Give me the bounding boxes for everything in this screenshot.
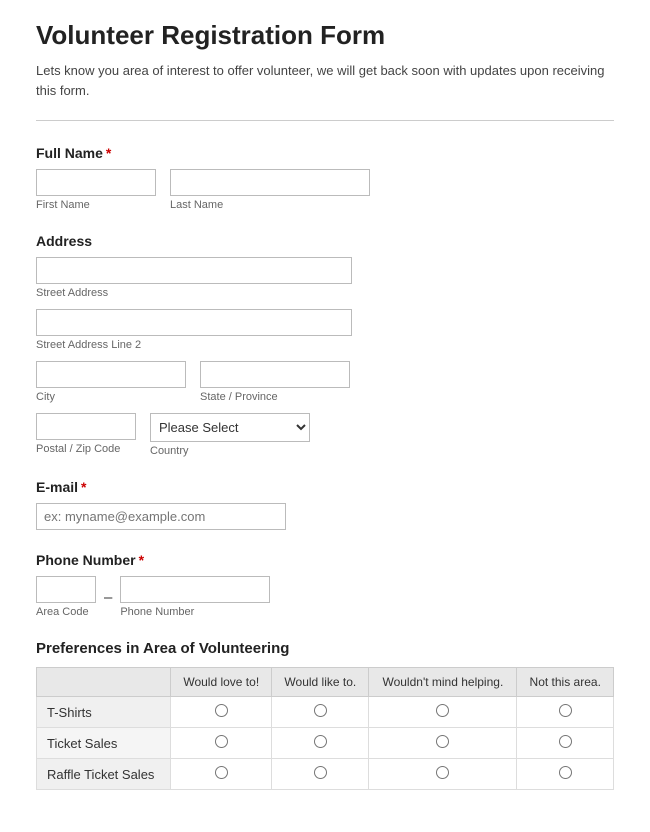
phone-label: Phone Number*: [36, 552, 614, 568]
preferences-section: Preferences in Area of Volunteering Woul…: [36, 640, 614, 790]
page-subtitle: Lets know you area of interest to offer …: [36, 61, 614, 100]
email-label: E-mail*: [36, 479, 614, 495]
pref-cell-0-2: [369, 697, 517, 728]
city-label: City: [36, 391, 186, 403]
preferences-col-4: Not this area.: [517, 668, 614, 697]
phone-dash: –: [104, 589, 112, 606]
country-group: Please Select United States Canada Unite…: [150, 413, 310, 457]
pref-radio-2-1[interactable]: [314, 766, 327, 779]
preferences-col-1: Would love to!: [171, 668, 272, 697]
pref-cell-2-2: [369, 759, 517, 790]
area-code-input[interactable]: [36, 576, 96, 603]
pref-cell-0-3: [517, 697, 614, 728]
preferences-title: Preferences in Area of Volunteering: [36, 640, 614, 657]
street-address-group: Street Address: [36, 257, 614, 299]
area-code-group: Area Code: [36, 576, 96, 618]
pref-radio-1-2[interactable]: [436, 735, 449, 748]
pref-cell-2-1: [272, 759, 369, 790]
preferences-header-empty: [37, 668, 171, 697]
city-group: City: [36, 361, 186, 403]
pref-radio-1-1[interactable]: [314, 735, 327, 748]
pref-radio-1-0[interactable]: [215, 735, 228, 748]
table-row: Ticket Sales: [37, 728, 614, 759]
preferences-header-row: Would love to! Would like to. Wouldn't m…: [37, 668, 614, 697]
table-row: Raffle Ticket Sales: [37, 759, 614, 790]
state-input[interactable]: [200, 361, 350, 388]
street-address-input[interactable]: [36, 257, 352, 284]
pref-cell-1-2: [369, 728, 517, 759]
area-code-label: Area Code: [36, 606, 96, 618]
last-name-label: Last Name: [170, 199, 370, 211]
phone-number-input[interactable]: [120, 576, 270, 603]
zip-label: Postal / Zip Code: [36, 443, 136, 455]
phone-required: *: [139, 552, 144, 568]
zip-input[interactable]: [36, 413, 136, 440]
state-group: State / Province: [200, 361, 350, 403]
required-indicator: *: [106, 145, 111, 161]
street-address2-input[interactable]: [36, 309, 352, 336]
first-name-input[interactable]: [36, 169, 156, 196]
country-select[interactable]: Please Select United States Canada Unite…: [150, 413, 310, 442]
pref-cell-2-3: [517, 759, 614, 790]
pref-radio-0-2[interactable]: [436, 704, 449, 717]
city-state-row: City State / Province: [36, 361, 614, 403]
street-address-label: Street Address: [36, 287, 614, 299]
pref-cell-2-0: [171, 759, 272, 790]
email-input[interactable]: [36, 503, 286, 530]
phone-section: Phone Number* Area Code – Phone Number: [36, 552, 614, 618]
preferences-col-3: Wouldn't mind helping.: [369, 668, 517, 697]
pref-radio-2-2[interactable]: [436, 766, 449, 779]
pref-radio-2-3[interactable]: [559, 766, 572, 779]
street-address2-label: Street Address Line 2: [36, 339, 614, 351]
first-name-group: First Name: [36, 169, 156, 211]
pref-cell-1-3: [517, 728, 614, 759]
pref-cell-1-0: [171, 728, 272, 759]
country-label: Country: [150, 445, 310, 457]
last-name-input[interactable]: [170, 169, 370, 196]
pref-cell-0-1: [272, 697, 369, 728]
pref-row-label: Ticket Sales: [37, 728, 171, 759]
pref-row-label: Raffle Ticket Sales: [37, 759, 171, 790]
full-name-row: First Name Last Name: [36, 169, 614, 211]
zip-group: Postal / Zip Code: [36, 413, 136, 455]
city-input[interactable]: [36, 361, 186, 388]
zip-country-row: Postal / Zip Code Please Select United S…: [36, 413, 614, 457]
pref-radio-2-0[interactable]: [215, 766, 228, 779]
pref-radio-0-1[interactable]: [314, 704, 327, 717]
phone-number-group: Phone Number: [120, 576, 270, 618]
email-required: *: [81, 479, 86, 495]
email-section: E-mail*: [36, 479, 614, 530]
pref-radio-0-3[interactable]: [559, 704, 572, 717]
phone-number-label: Phone Number: [120, 606, 270, 618]
page-title: Volunteer Registration Form: [36, 20, 614, 51]
full-name-label: Full Name*: [36, 145, 614, 161]
first-name-label: First Name: [36, 199, 156, 211]
preferences-table: Would love to! Would like to. Wouldn't m…: [36, 667, 614, 790]
pref-cell-1-1: [272, 728, 369, 759]
pref-row-label: T-Shirts: [37, 697, 171, 728]
preferences-col-2: Would like to.: [272, 668, 369, 697]
table-row: T-Shirts: [37, 697, 614, 728]
state-label: State / Province: [200, 391, 350, 403]
full-name-section: Full Name* First Name Last Name: [36, 145, 614, 211]
phone-row: Area Code – Phone Number: [36, 576, 614, 618]
divider: [36, 120, 614, 121]
address-label: Address: [36, 233, 614, 249]
street-address2-group: Street Address Line 2: [36, 309, 614, 351]
pref-radio-1-3[interactable]: [559, 735, 572, 748]
address-section: Address Street Address Street Address Li…: [36, 233, 614, 457]
last-name-group: Last Name: [170, 169, 370, 211]
pref-radio-0-0[interactable]: [215, 704, 228, 717]
pref-cell-0-0: [171, 697, 272, 728]
